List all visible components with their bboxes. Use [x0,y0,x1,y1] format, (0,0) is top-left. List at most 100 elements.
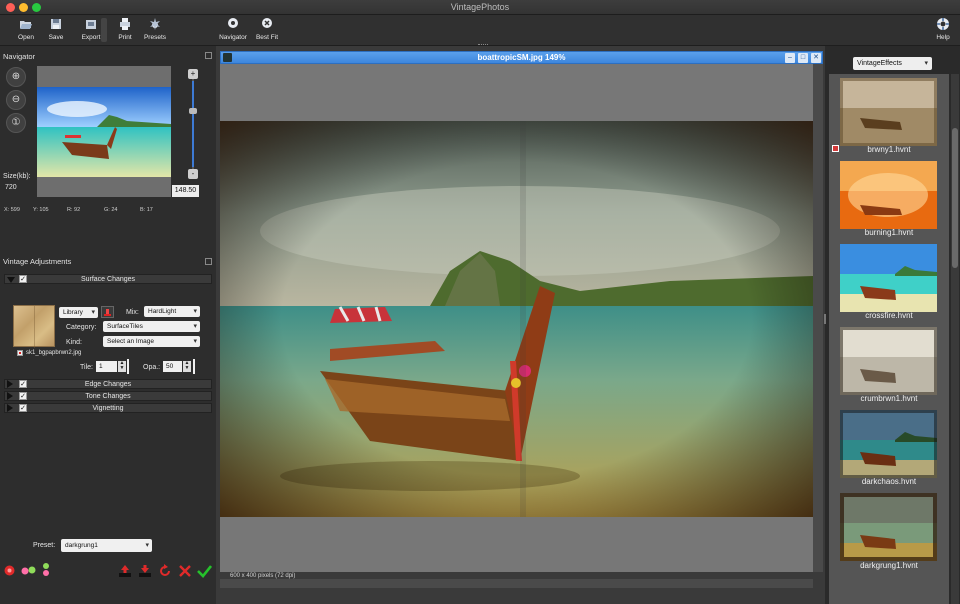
tile-label: Tile: [80,364,93,371]
size-label: Size(kb): [3,173,31,180]
tile-slider-icon[interactable] [127,359,129,374]
effects-stack-icon[interactable] [41,562,51,578]
random-effect-icon[interactable] [3,564,16,577]
opacity-field[interactable]: 50 [163,361,182,372]
effects-category-dropdown[interactable]: VintageEffects [853,57,932,70]
effect-thumb-darkchaos[interactable] [840,410,937,478]
export-icon [86,20,96,29]
save-button[interactable]: Save [46,17,66,41]
cancel-icon[interactable] [178,564,192,578]
effect-label: darkchaos.hvnt [861,477,917,486]
kind-label: Kind: [66,339,82,346]
effect-label: darkgrung1.hvnt [860,561,918,570]
upload-preset-icon[interactable] [118,564,132,578]
pixel-b: B: 17 [140,207,153,213]
expand-arrow-icon[interactable] [7,380,13,388]
navigator-thumbnail [37,87,171,177]
navigator-title: Navigator [3,52,36,61]
surface-texture-preview[interactable] [13,305,55,348]
section-vignetting[interactable]: ✓ Vignetting [4,403,212,413]
best-fit-button[interactable]: Best Fit [254,17,280,41]
effect-label: crossfire.hvnt [865,311,913,320]
vertical-scrollbar[interactable] [813,64,823,572]
zoom-value-field[interactable]: 148.50 [172,185,199,197]
open-button[interactable]: Open [14,17,38,41]
effects-scrollbar[interactable] [951,74,959,604]
sparkle-icon [150,18,160,30]
effects-scrollbar-thumb[interactable] [952,128,958,268]
expand-arrow-icon[interactable] [7,404,13,412]
effect-label: crumbrwn1.hvnt [860,394,918,403]
stamp-icon[interactable] [101,306,114,318]
navigator-icon [228,18,238,28]
main-toolbar: Open Save Export Print Presets Navigator… [0,15,960,46]
tile-stepper[interactable]: ▲ ▼ [118,361,126,372]
zoom-out-tool-icon[interactable]: ⊖ [6,90,26,110]
category-dropdown[interactable]: SurfaceTiles [103,321,200,332]
effect-thumb-crumbrwn1[interactable] [840,327,937,395]
mix-effects-icon[interactable] [21,565,36,576]
open-folder-icon [20,21,32,29]
zoom-plus-button[interactable]: + [188,69,198,79]
image-dimensions: 600 x 400 pixels (72 dpi) [230,573,296,579]
navigator-preview[interactable] [37,66,171,197]
preset-label: Preset: [33,542,56,549]
opacity-stepper[interactable]: ▲ ▼ [183,361,191,372]
left-panel: Navigator ⊕ ⊖ ① + - 148.50 Size(kb): 720… [0,46,216,604]
horizontal-scrollbar[interactable] [220,579,813,588]
texture-file-name: sk1_bgpapbrwn2.jpg [26,350,82,356]
reset-icon[interactable] [158,564,172,578]
vignetting-checkbox[interactable]: ✓ [19,404,27,412]
print-button[interactable]: Print [116,17,134,41]
edge-changes-checkbox[interactable]: ✓ [19,380,27,388]
actual-size-tool-icon[interactable]: ① [6,113,26,133]
pixel-x: X: 599 [4,207,20,213]
category-label: Category: [66,324,97,331]
section-tone-changes[interactable]: ✓ Tone Changes [4,391,212,401]
zoom-slider-thumb[interactable] [189,108,197,114]
effect-label: brwny1.hvnt [867,145,911,154]
export-button[interactable]: Export [79,17,103,41]
effect-label: burning1.hvnt [864,228,914,237]
mix-label: Mix: [126,309,139,316]
section-surface-changes[interactable]: ✓ Surface Changes [4,274,212,284]
navigator-panel-options-icon[interactable] [205,52,212,59]
collapse-arrow-icon[interactable] [7,277,15,283]
section-edge-changes[interactable]: ✓ Edge Changes [4,379,212,389]
download-preset-icon[interactable] [138,564,152,578]
zoom-slider-fill [192,81,194,167]
effect-thumb-crossfire[interactable] [840,244,937,312]
mix-dropdown[interactable]: HardLight [144,306,200,317]
presets-button[interactable]: Presets [143,17,167,41]
export-menu-arrow[interactable] [101,18,107,42]
surface-changes-checkbox[interactable]: ✓ [19,275,27,283]
texture-remove-icon[interactable] [17,350,23,356]
effect-thumb-burning1[interactable] [840,161,937,229]
tile-field[interactable]: 1 [96,361,117,372]
source-dropdown[interactable]: Library [59,307,98,318]
kind-dropdown[interactable]: Select an Image [103,336,200,347]
opacity-slider-icon[interactable] [193,359,195,374]
doc-maximize-button[interactable]: □ [798,53,808,63]
doc-close-button[interactable]: ✕ [811,53,821,63]
preset-dropdown[interactable]: darkgrung1 [61,539,152,552]
effect-thumb-darkgrung1[interactable] [840,493,937,561]
tone-changes-checkbox[interactable]: ✓ [19,392,27,400]
doc-minimize-button[interactable]: – [785,53,795,63]
size-value: 720 [5,184,17,191]
document-window-title-bar[interactable]: boattropicSM.jpg 149% – □ ✕ [220,51,823,64]
window-title: VintagePhotos [450,2,510,12]
apply-icon[interactable] [197,564,213,578]
document-title: boattropicSM.jpg 149% [477,53,566,62]
zoom-in-tool-icon[interactable]: ⊕ [6,67,26,87]
zoom-minus-button[interactable]: - [188,169,198,179]
effect-thumb-brwny1[interactable] [840,78,937,146]
expand-arrow-icon[interactable] [7,392,13,400]
opacity-label: Opa.: [143,364,161,371]
help-button[interactable]: Help [933,17,953,41]
vintage-photo[interactable] [220,121,813,517]
panel-resize-handle[interactable] [824,314,826,324]
adjustments-panel-options-icon[interactable] [205,258,212,265]
navigator-button[interactable]: Navigator [218,17,248,41]
vintage-adjustments-title: Vintage Adjustments [3,257,72,266]
